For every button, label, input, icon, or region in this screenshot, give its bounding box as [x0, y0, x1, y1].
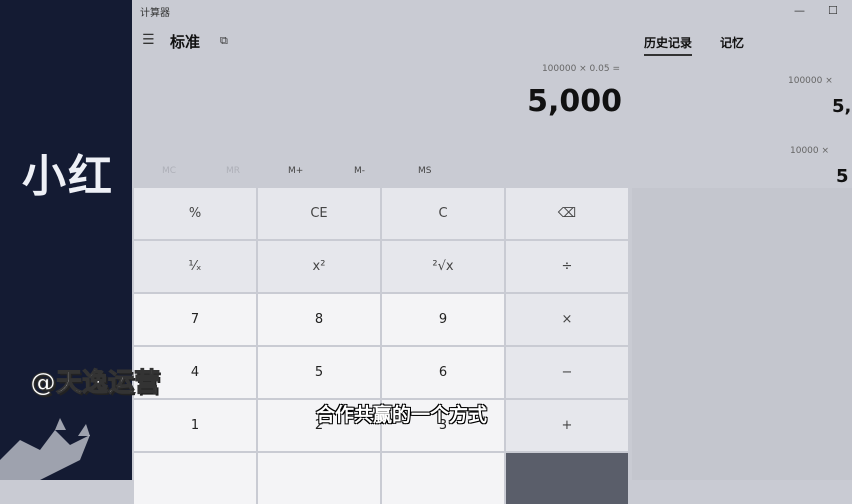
clear-key[interactable]: C	[382, 188, 504, 239]
sqrt-key[interactable]: ²√x	[382, 241, 504, 292]
hamburger-menu-icon[interactable]: ☰	[142, 32, 155, 48]
tab-memory[interactable]: 记忆	[720, 34, 744, 51]
digit-9-key[interactable]: 9	[382, 294, 504, 345]
add-key[interactable]: +	[506, 400, 628, 451]
window-title: 计算器	[140, 8, 170, 19]
video-left-panel: 小红	[0, 0, 132, 480]
multiply-key[interactable]: ×	[506, 294, 628, 345]
memory-add-button[interactable]: M+	[288, 166, 303, 176]
decimal-key[interactable]	[382, 453, 504, 504]
digit-0-key[interactable]	[258, 453, 380, 504]
history-panel-background	[632, 188, 852, 480]
overlay-left-text: 小红	[22, 151, 114, 202]
divide-key[interactable]: ÷	[506, 241, 628, 292]
digit-5-key[interactable]: 5	[258, 347, 380, 398]
memory-store-button[interactable]: MS	[418, 166, 431, 176]
digit-6-key[interactable]: 6	[382, 347, 504, 398]
minimize-button[interactable]: —	[794, 4, 805, 17]
subtract-key[interactable]: −	[506, 347, 628, 398]
history-item-value[interactable]: 5,0	[832, 96, 852, 117]
equals-key[interactable]	[506, 453, 628, 504]
mode-title: 标准	[170, 33, 201, 51]
percent-key[interactable]: %	[134, 188, 256, 239]
history-item-expression[interactable]: 100000 ×	[788, 76, 833, 86]
keep-on-top-icon[interactable]: ⧉	[220, 34, 228, 48]
memory-recall-button[interactable]: MR	[226, 166, 240, 176]
tab-history[interactable]: 历史记录	[644, 34, 693, 56]
memory-subtract-button[interactable]: M-	[354, 166, 365, 176]
maximize-button[interactable]: ☐	[828, 4, 838, 17]
watermark-text: @天逸运营	[29, 368, 161, 399]
clear-entry-key[interactable]: CE	[258, 188, 380, 239]
digit-7-key[interactable]: 7	[134, 294, 256, 345]
history-item-value[interactable]: 5	[836, 166, 849, 187]
backspace-key[interactable]: ⌫	[506, 188, 628, 239]
square-key[interactable]: x²	[258, 241, 380, 292]
result-display: 5,000	[527, 84, 622, 119]
expression-display: 100000 × 0.05 =	[541, 64, 620, 74]
digit-1-key[interactable]: 1	[134, 400, 256, 451]
negate-key[interactable]	[134, 453, 256, 504]
history-item-expression[interactable]: 10000 ×	[790, 146, 829, 156]
video-subtitle: 合作共赢的一个方式	[316, 404, 488, 426]
cat-icon	[0, 418, 90, 480]
calculator-window: 计算器 — ☐ ☰ 标准 ⧉ 历史记录 记忆 100000 × 0.05 = 5…	[132, 0, 852, 504]
keypad: % CE C ⌫ ¹⁄ₓ x² ²√x ÷ 7 8 9 × 4 5 6 − 1 …	[134, 188, 630, 504]
digit-8-key[interactable]: 8	[258, 294, 380, 345]
reciprocal-key[interactable]: ¹⁄ₓ	[134, 241, 256, 292]
memory-clear-button[interactable]: MC	[162, 166, 176, 176]
